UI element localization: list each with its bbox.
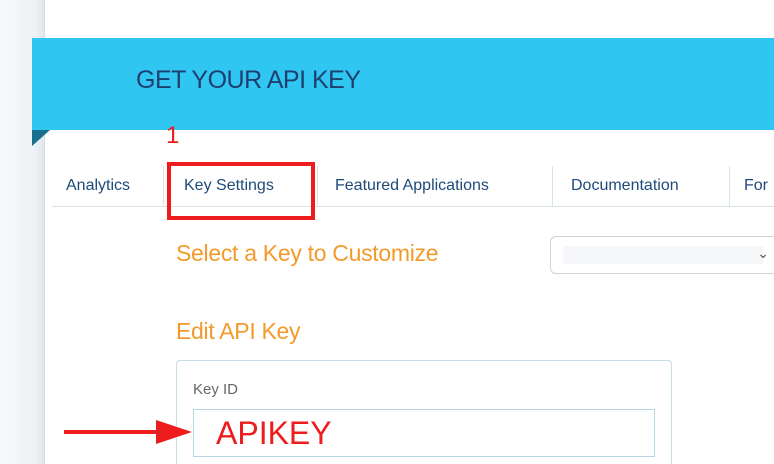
tab-divider	[552, 166, 553, 206]
nav-tabs: Analytics Key Settings Featured Applicat…	[52, 166, 774, 207]
annotation-step-number: 1	[166, 122, 180, 149]
page-title: GET YOUR API KEY	[136, 66, 361, 94]
key-id-label: Key ID	[193, 381, 239, 398]
annotation-highlight-box	[167, 162, 315, 220]
tab-featured-applications[interactable]: Featured Applications	[335, 166, 489, 206]
edit-api-key-heading: Edit API Key	[176, 318, 301, 344]
tab-analytics[interactable]: Analytics	[66, 166, 130, 206]
tab-divider	[163, 166, 164, 206]
tab-divider	[317, 166, 318, 206]
key-select-value	[563, 246, 763, 264]
header-banner: GET YOUR API KEY	[32, 38, 774, 130]
select-key-heading: Select a Key to Customize	[176, 240, 439, 266]
chevron-down-icon: ⌄	[757, 245, 769, 261]
tab-forum[interactable]: For	[744, 166, 768, 206]
page: GET YOUR API KEY Analytics Key Settings …	[0, 0, 774, 464]
key-id-field[interactable]	[193, 409, 655, 457]
arrow-head	[156, 420, 192, 444]
banner-fold	[32, 130, 50, 146]
right-arrow-icon	[64, 420, 192, 444]
edit-key-card: Key ID	[176, 360, 672, 464]
tab-divider	[729, 166, 730, 206]
key-select[interactable]: ⌄	[550, 236, 774, 274]
tab-documentation[interactable]: Documentation	[571, 166, 679, 206]
